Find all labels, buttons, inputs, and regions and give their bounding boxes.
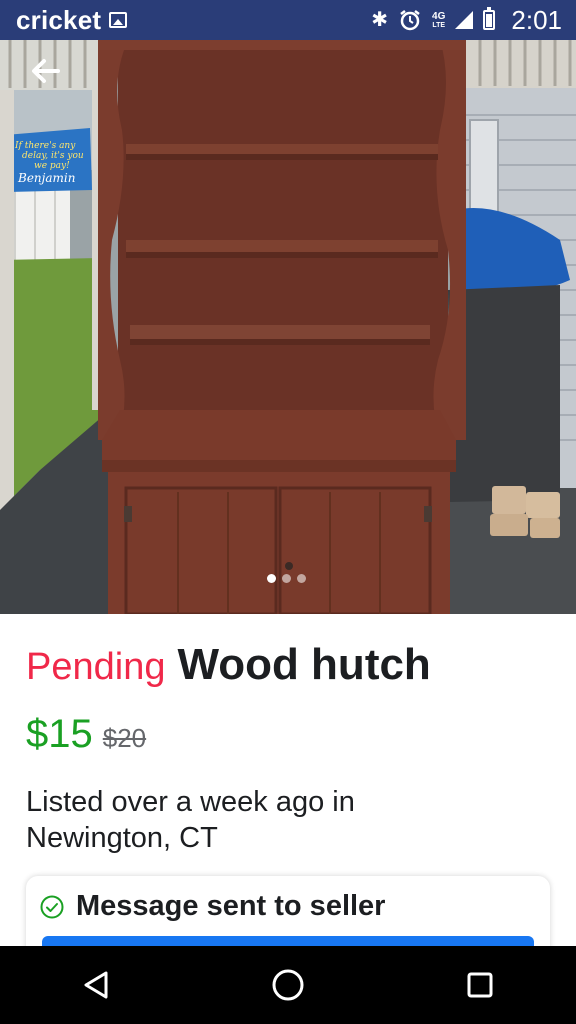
- listing-photo[interactable]: If there's any delay, it's you we pay! B…: [0, 40, 576, 614]
- carousel-dot-1[interactable]: [267, 574, 276, 583]
- nav-back-button[interactable]: [56, 955, 136, 1015]
- listed-location-text: Listed over a week ago in Newington, CT: [26, 786, 355, 854]
- price-row: $15 $20: [26, 712, 146, 757]
- sign-line-4: Benjamin: [17, 171, 75, 185]
- alarm-icon: [400, 10, 420, 31]
- clock: 2:01: [511, 4, 562, 35]
- message-status-row: Message sent to seller: [40, 890, 385, 923]
- check-circle-icon: [40, 895, 64, 918]
- recents-square-icon: [467, 972, 493, 998]
- carrier-label: cricket: [16, 4, 102, 35]
- message-sent-label: Message sent to seller: [76, 890, 386, 922]
- pending-status: Pending: [26, 646, 166, 688]
- sign-line-2: delay, it's you: [22, 151, 84, 161]
- back-arrow-button[interactable]: [30, 58, 70, 94]
- arrow-left-icon: [32, 59, 60, 83]
- status-bar: cricket ✱ 4G LTE 2:01: [0, 0, 576, 40]
- nav-home-button[interactable]: [248, 955, 328, 1015]
- carousel-dot-3[interactable]: [297, 574, 306, 583]
- sign-line-1: If there's any: [14, 141, 76, 151]
- home-circle-icon: [272, 969, 304, 1001]
- original-price: $20: [102, 723, 147, 753]
- signal-icon: [455, 11, 474, 29]
- carousel-dots: [267, 574, 306, 583]
- back-triangle-icon: [84, 971, 108, 999]
- nav-recents-button[interactable]: [440, 955, 520, 1015]
- listing-title-row: Pending Wood hutch: [26, 640, 431, 690]
- current-price: $15: [26, 712, 93, 756]
- battery-icon: [483, 7, 496, 30]
- hutch-photo-illustration: If there's any delay, it's you we pay! B…: [0, 40, 576, 614]
- listing-title: Wood hutch: [177, 640, 431, 689]
- status-icons: ✱ 4G LTE 2:01: [371, 5, 562, 36]
- sign-line-3: we pay!: [34, 161, 70, 171]
- carousel-dot-2[interactable]: [282, 574, 291, 583]
- image-icon: [109, 12, 128, 28]
- system-nav-bar: [0, 946, 576, 1024]
- network-badge: 4G LTE: [432, 10, 446, 29]
- bluetooth-icon: ✱: [371, 9, 389, 31]
